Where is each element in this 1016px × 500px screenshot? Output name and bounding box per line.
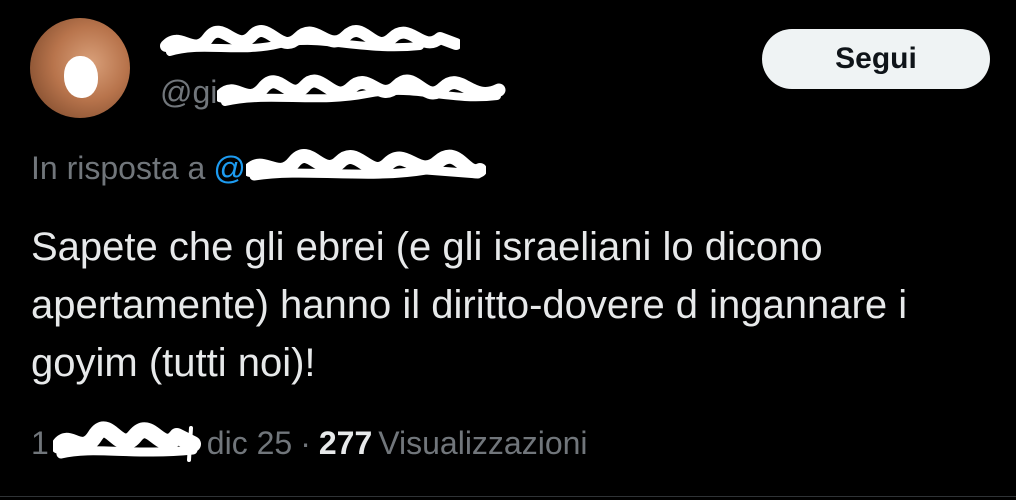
reply-at-symbol[interactable]: @: [213, 150, 245, 187]
tweet-card: @gi Segui In risposta a @ Sapete che gli…: [0, 0, 1016, 500]
date-suffix[interactable]: dic 25: [207, 425, 292, 462]
divider: [0, 496, 1016, 497]
redaction-scribble-icon: [52, 421, 201, 462]
avatar-redaction: [64, 56, 98, 98]
date-prefix[interactable]: 1: [31, 425, 49, 462]
handle-row[interactable]: @gi: [160, 72, 507, 112]
tweet-meta: 1 dic 25 · 277 Visualizzazioni: [31, 420, 588, 466]
redaction-scribble-icon: [160, 25, 460, 56]
handle-prefix: @gi: [160, 73, 218, 110]
redaction-scribble-icon: [217, 74, 506, 106]
views-label: Visualizzazioni: [378, 424, 588, 461]
reply-prefix: In risposta a: [31, 149, 206, 186]
redaction-scribble-icon: [245, 149, 486, 181]
avatar[interactable]: [30, 18, 130, 118]
reply-context: In risposta a @: [31, 146, 486, 190]
views-count: 277: [318, 424, 373, 461]
follow-button[interactable]: Segui: [762, 29, 990, 89]
tweet-text: Sapete che gli ebrei (e gli israeliani l…: [31, 225, 908, 385]
display-name-redacted[interactable]: [160, 24, 460, 62]
meta-separator: ·: [300, 424, 311, 461]
